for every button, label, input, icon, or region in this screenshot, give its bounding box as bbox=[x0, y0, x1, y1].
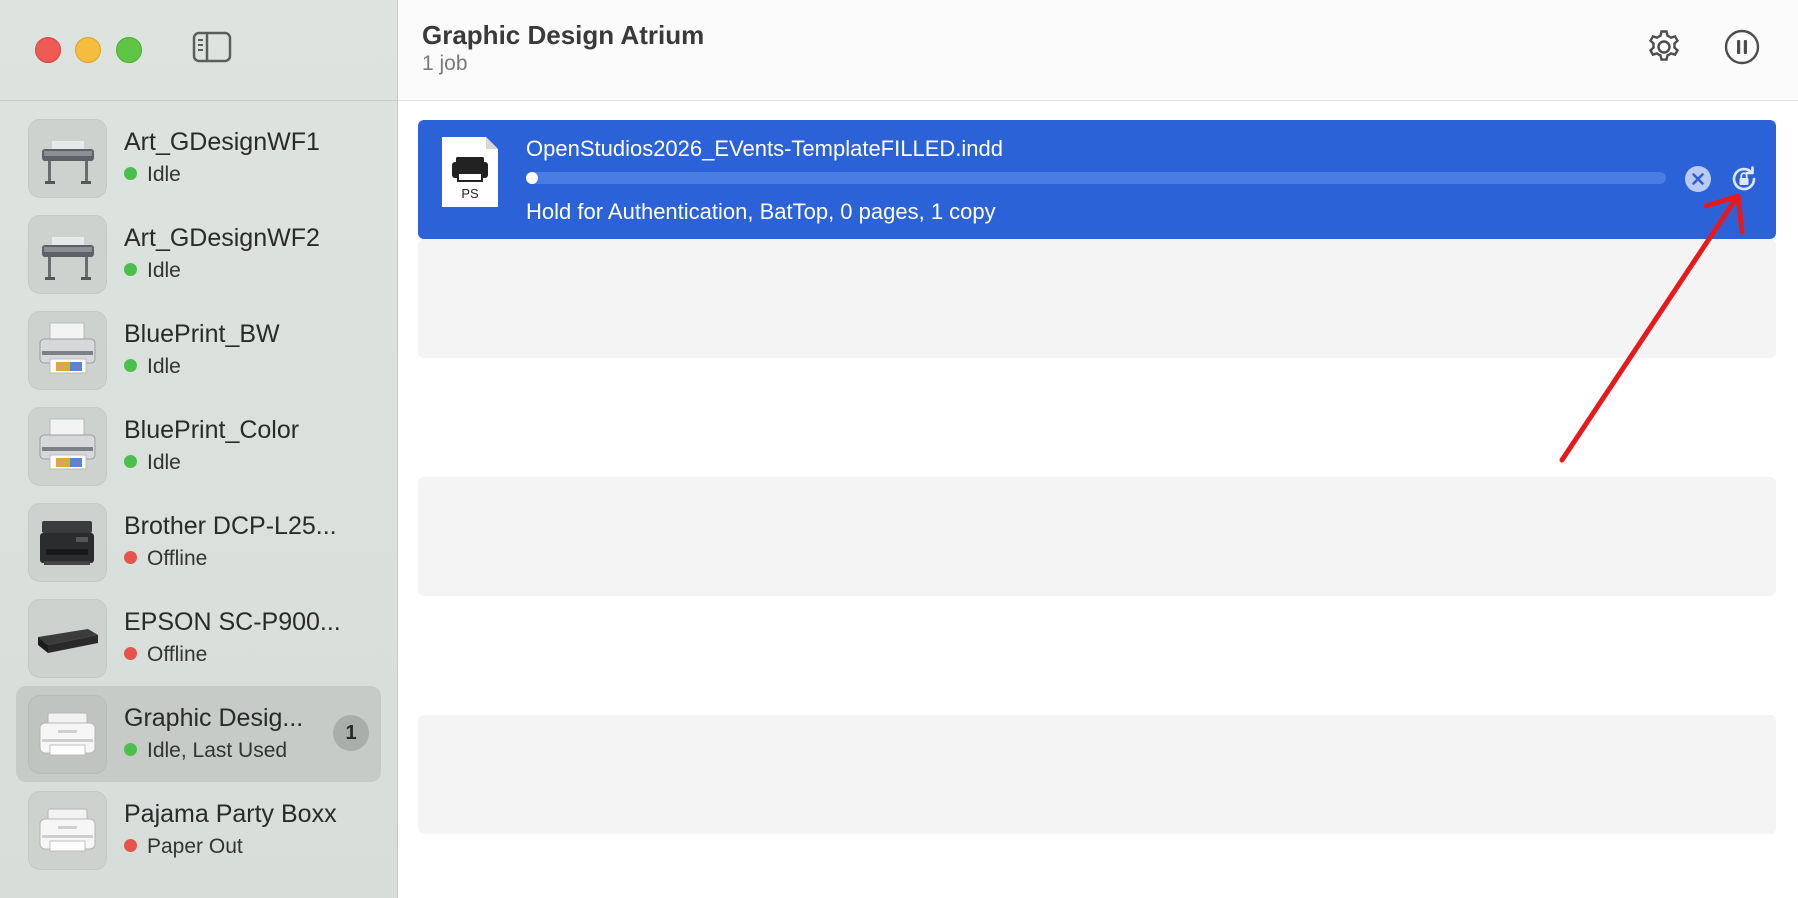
printer-status-label: Idle bbox=[147, 355, 181, 378]
empty-job-row bbox=[418, 596, 1776, 715]
close-circle-icon bbox=[1685, 166, 1711, 192]
printer-status: Idle bbox=[124, 163, 181, 187]
empty-job-row bbox=[418, 477, 1776, 596]
sidebar-toolbar bbox=[0, 0, 397, 101]
printer-status: Idle, Last Used bbox=[124, 739, 287, 763]
printer-status-label: Offline bbox=[147, 547, 208, 570]
black-printer-icon bbox=[28, 599, 107, 678]
job-count-badge: 1 bbox=[333, 715, 369, 751]
status-dot bbox=[124, 742, 137, 756]
svg-text:PS: PS bbox=[461, 186, 479, 201]
printer-status: Offline bbox=[124, 547, 207, 571]
empty-job-row bbox=[418, 239, 1776, 358]
printer-name: Graphic Desig... bbox=[124, 704, 304, 732]
job-name: OpenStudios2026_EVents-TemplateFILLED.in… bbox=[526, 136, 1003, 161]
printer-status-label: Idle, Last Used bbox=[147, 739, 288, 762]
printer-status-label: Offline bbox=[147, 643, 208, 666]
generic-printer-icon bbox=[28, 791, 107, 870]
printer-list: Art_GDesignWF1 Idle Art_GDesignWF2 Idle Blue… bbox=[0, 110, 397, 878]
printer-name: Brother DCP-L25... bbox=[124, 512, 337, 540]
pause-icon bbox=[1724, 29, 1760, 65]
status-dot bbox=[124, 454, 137, 468]
status-dot bbox=[124, 550, 137, 564]
close-window-button[interactable] bbox=[35, 37, 61, 63]
sidebar-printer-item[interactable]: Brother DCP-L25... Offline bbox=[16, 494, 381, 590]
pause-printer-button[interactable] bbox=[1723, 28, 1761, 66]
sidebar-printer-item[interactable]: Pajama Party Boxx Paper Out bbox=[16, 782, 381, 878]
sidebar: Art_GDesignWF1 Idle Art_GDesignWF2 Idle Blue… bbox=[0, 0, 398, 898]
printer-status-label: Idle bbox=[147, 163, 181, 186]
gear-icon bbox=[1648, 30, 1680, 61]
sidebar-printer-item[interactable]: Art_GDesignWF1 Idle bbox=[16, 110, 381, 206]
page-title: Graphic Design Atrium bbox=[422, 20, 705, 50]
minimize-window-button[interactable] bbox=[75, 37, 101, 63]
queue-header: Graphic Design Atrium 1 job bbox=[398, 0, 1798, 101]
zoom-window-button[interactable] bbox=[116, 37, 142, 63]
empty-job-row bbox=[418, 715, 1776, 834]
job-count: 1 job bbox=[422, 52, 468, 75]
status-dot bbox=[124, 166, 137, 180]
status-dot bbox=[124, 262, 137, 276]
printer-name: BluePrint_Color bbox=[124, 416, 300, 444]
printer-name: BluePrint_BW bbox=[124, 320, 280, 348]
multifunction-printer-icon bbox=[28, 503, 107, 582]
sidebar-printer-item[interactable]: BluePrint_BW Idle bbox=[16, 302, 381, 398]
empty-job-row bbox=[418, 358, 1776, 477]
printer-status-label: Paper Out bbox=[147, 835, 243, 858]
printer-status: Offline bbox=[124, 643, 207, 667]
sidebar-icon bbox=[192, 31, 232, 63]
printer-status: Idle bbox=[124, 355, 181, 379]
job-progress-bar bbox=[526, 172, 1666, 184]
job-status-details: Hold for Authentication, BatTop, 0 pages… bbox=[526, 199, 996, 224]
printer-status-label: Idle bbox=[147, 259, 181, 282]
resume-job-button[interactable] bbox=[1729, 164, 1759, 194]
printer-name: Pajama Party Boxx bbox=[124, 800, 337, 828]
job-queue-panel: Graphic Design Atrium 1 job PS OpenStudi… bbox=[398, 0, 1798, 898]
cancel-job-button[interactable] bbox=[1684, 165, 1712, 193]
status-dot bbox=[124, 358, 137, 372]
printer-status: Paper Out bbox=[124, 835, 243, 859]
print-queue-window: Art_GDesignWF1 Idle Art_GDesignWF2 Idle Blue… bbox=[0, 0, 1798, 898]
job-row[interactable]: PS OpenStudios2026_EVents-TemplateFILLED… bbox=[418, 120, 1776, 239]
job-progress-fill bbox=[526, 172, 538, 184]
status-dot bbox=[124, 838, 137, 852]
wide-format-printer-icon bbox=[28, 119, 107, 198]
generic-printer-icon bbox=[28, 695, 107, 774]
printer-name: Art_GDesignWF2 bbox=[124, 224, 320, 252]
sidebar-printer-item[interactable]: Graphic Desig... Idle, Last Used 1 bbox=[16, 686, 381, 782]
printer-status: Idle bbox=[124, 451, 181, 475]
photo-printer-icon bbox=[28, 311, 107, 390]
sidebar-toggle-button[interactable] bbox=[192, 31, 232, 63]
printer-name: Art_GDesignWF1 bbox=[124, 128, 320, 156]
wide-format-printer-icon bbox=[28, 215, 107, 294]
lock-refresh-icon bbox=[1732, 166, 1756, 191]
printer-settings-button[interactable] bbox=[1645, 28, 1683, 66]
printer-status: Idle bbox=[124, 259, 181, 283]
postscript-document-icon: PS bbox=[440, 135, 500, 209]
sidebar-printer-item[interactable]: Art_GDesignWF2 Idle bbox=[16, 206, 381, 302]
printer-status-label: Idle bbox=[147, 451, 181, 474]
photo-printer-icon bbox=[28, 407, 107, 486]
sidebar-printer-item[interactable]: BluePrint_Color Idle bbox=[16, 398, 381, 494]
printer-name: EPSON SC-P900... bbox=[124, 608, 341, 636]
status-dot bbox=[124, 646, 137, 660]
job-list: PS OpenStudios2026_EVents-TemplateFILLED… bbox=[418, 120, 1776, 834]
sidebar-printer-item[interactable]: EPSON SC-P900... Offline bbox=[16, 590, 381, 686]
